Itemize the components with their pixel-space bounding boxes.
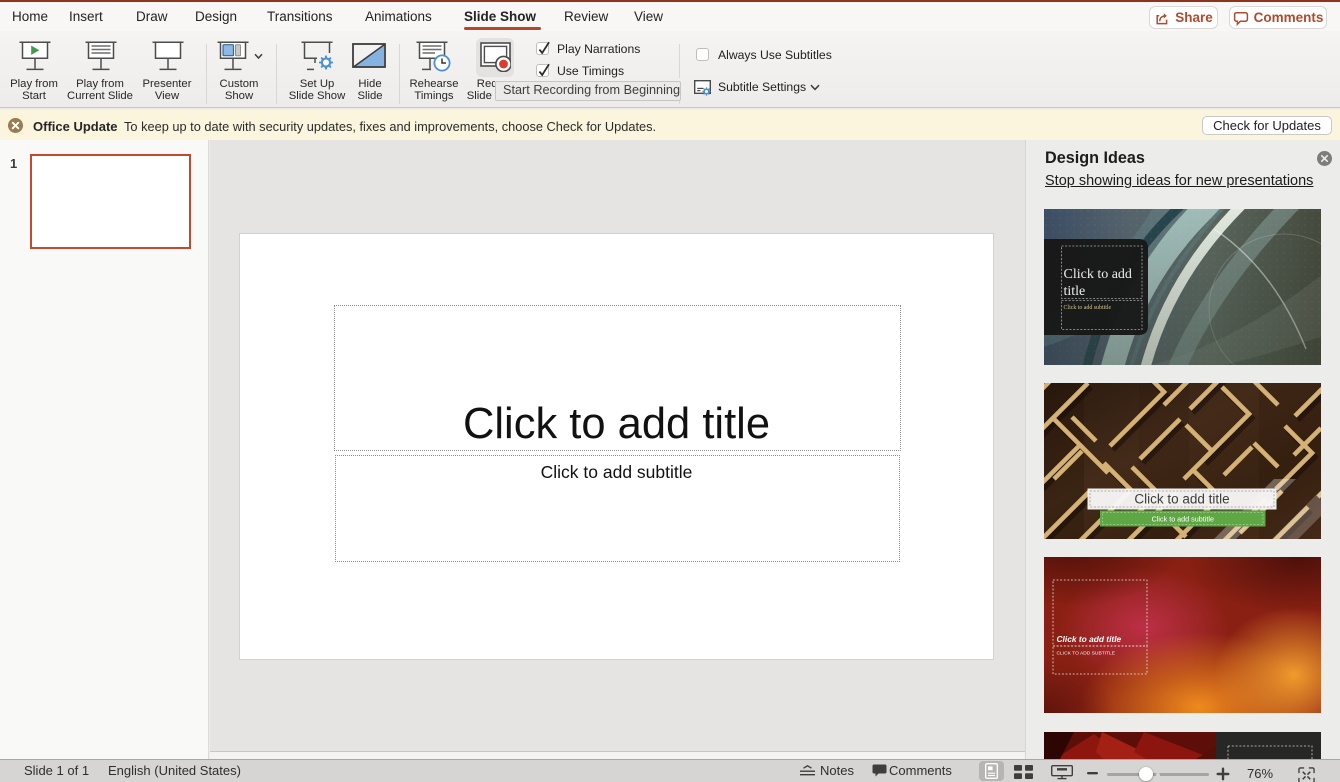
svg-text:CLICK TO ADD SUBTITLE: CLICK TO ADD SUBTITLE: [1057, 651, 1116, 657]
svg-text:Click to add subtitle: Click to add subtitle: [1064, 305, 1112, 311]
svg-text:Click to add title: Click to add title: [1134, 492, 1229, 507]
svg-text:Click to add title: Click to add title: [1057, 634, 1122, 644]
svg-text:title: title: [1064, 284, 1086, 299]
svg-text:Click to add subtitle: Click to add subtitle: [1152, 515, 1214, 524]
svg-text:Click to add: Click to add: [1064, 267, 1132, 282]
